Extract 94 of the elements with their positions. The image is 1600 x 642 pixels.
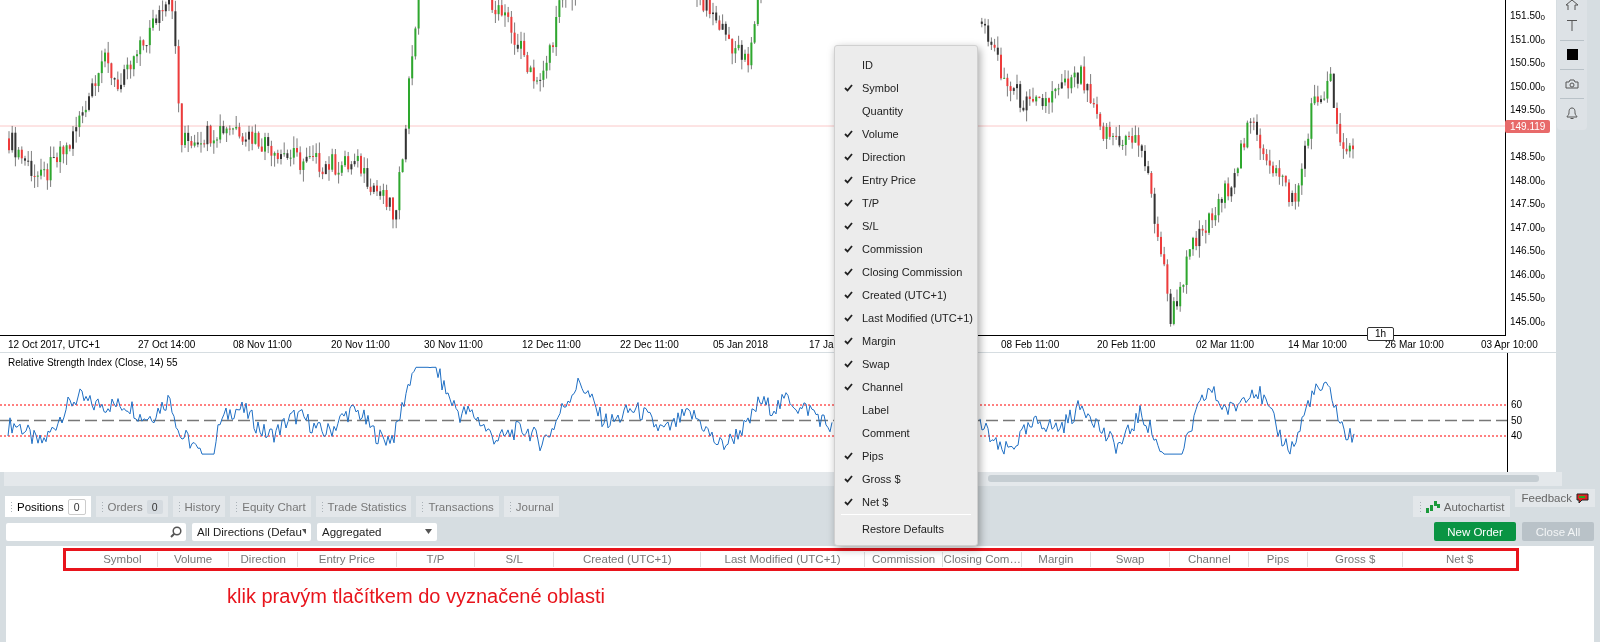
time-label: 12 Oct 2017, UTC+1 (8, 339, 100, 350)
price-label: 147.50$_{0}$ (1510, 198, 1546, 213)
bar-chart-icon (1425, 500, 1440, 513)
menu-item[interactable]: Closing Commission (835, 260, 977, 283)
autochartist-tab[interactable]: Autochartist (1412, 496, 1511, 517)
column-header[interactable]: T/P (396, 552, 476, 567)
time-label: 02 Mar 11:00 (1196, 339, 1255, 350)
time-label: 08 Nov 11:00 (233, 339, 292, 350)
search-field[interactable] (6, 522, 186, 541)
direction-dropdown[interactable]: All Directions (Defau (192, 522, 311, 541)
menu-item[interactable]: Symbol (835, 76, 977, 99)
count-badge: 0 (146, 499, 163, 514)
menu-item[interactable]: Comment (835, 421, 977, 444)
column-header[interactable]: Created (UTC+1) (554, 552, 702, 567)
menu-item[interactable]: Gross $ (835, 467, 977, 490)
rsi-level-label: 60 (1511, 399, 1523, 411)
tab[interactable]: History (172, 496, 226, 517)
text-tool-icon[interactable] (1567, 20, 1577, 31)
menu-item[interactable]: Last Modified (UTC+1) (835, 306, 977, 329)
menu-item[interactable]: S/L (835, 214, 977, 237)
menu-item[interactable]: Restore Defaults (835, 517, 977, 541)
price-label: 147.00$_{0}$ (1510, 221, 1546, 236)
tab[interactable]: Orders 0 (95, 496, 168, 517)
tab[interactable]: Journal (503, 496, 559, 517)
menu-item[interactable]: Label (835, 398, 977, 421)
column-header[interactable]: Symbol (88, 552, 158, 567)
time-label: 27 Oct 14:00 (138, 339, 196, 350)
camera-icon[interactable] (1565, 79, 1579, 89)
time-label: 12 Dec 11:00 (522, 339, 581, 350)
menu-item[interactable]: Commission (835, 237, 977, 260)
menu-item[interactable]: T/P (835, 191, 977, 214)
count-badge: 0 (67, 498, 86, 515)
column-header[interactable]: Gross $ (1307, 552, 1404, 567)
grouping-dropdown[interactable]: Aggregated (317, 522, 437, 541)
time-label: 20 Nov 11:00 (331, 339, 390, 350)
column-header[interactable]: Commission (864, 552, 944, 567)
price-label: 146.00$_{0}$ (1510, 268, 1546, 283)
search-icon (170, 525, 182, 538)
column-header[interactable]: Channel (1170, 552, 1250, 567)
current-price-badge: 149.119 (1505, 120, 1551, 133)
bell-icon[interactable] (1566, 107, 1578, 120)
price-label: 148.00$_{0}$ (1510, 174, 1546, 189)
menu-item[interactable]: Pips (835, 444, 977, 467)
rsi-level-label: 50 (1511, 414, 1523, 427)
price-label: 150.50$_{0}$ (1510, 57, 1546, 72)
column-header[interactable]: Entry Price (298, 552, 397, 567)
time-label: 22 Dec 11:00 (620, 339, 679, 350)
horizontal-scrollbar[interactable] (4, 472, 1562, 486)
tab[interactable]: Transactions (416, 496, 499, 517)
menu-item[interactable]: Margin (835, 329, 977, 352)
menu-item[interactable]: Direction (835, 145, 977, 168)
price-label: 148.50$_{0}$ (1510, 151, 1546, 166)
column-header[interactable]: Margin (1022, 552, 1091, 567)
square-icon[interactable] (1566, 49, 1578, 60)
indicator-title: Relative Strength Index (Close, 14) 55 (8, 357, 178, 368)
menu-item[interactable]: Quantity (835, 99, 977, 122)
speech-bubble-icon (1576, 492, 1589, 504)
menu-item[interactable]: ID (835, 53, 977, 76)
column-header[interactable]: Net $ (1403, 552, 1516, 567)
menu-item[interactable]: Created (UTC+1) (835, 283, 977, 306)
tab[interactable]: Equity Chart (230, 496, 311, 517)
price-label: 150.00$_{0}$ (1510, 80, 1546, 95)
column-header[interactable]: Pips (1249, 552, 1308, 567)
time-label: 20 Feb 11:00 (1097, 339, 1156, 350)
price-label: 149.50$_{0}$ (1510, 104, 1546, 119)
time-label: 30 Nov 11:00 (424, 339, 483, 350)
annotation-text: klik pravým tlačítkem do vyznačené oblasti (227, 585, 605, 608)
column-header[interactable]: Closing Com… (943, 552, 1023, 567)
column-header[interactable]: S/L (475, 552, 555, 567)
feedback-tab[interactable]: Feedback (1515, 489, 1595, 507)
tab[interactable]: Positions 0 (5, 496, 91, 517)
menu-item[interactable]: Swap (835, 352, 977, 375)
column-header[interactable]: Last Modified (UTC+1) (701, 552, 865, 567)
menu-item[interactable]: Entry Price (835, 168, 977, 191)
timeframe-badge[interactable]: 1h (1367, 327, 1395, 341)
rsi-level-label: 40 (1511, 430, 1523, 442)
column-header[interactable]: Swap (1090, 552, 1171, 567)
price-label: 151.00$_{0}$ (1510, 33, 1546, 48)
time-label: 14 Mar 10:00 (1288, 339, 1347, 350)
menu-item[interactable]: Volume (835, 122, 977, 145)
action-button[interactable]: New Order (1434, 522, 1516, 541)
column-header[interactable]: Volume (157, 552, 230, 567)
price-label: 151.50$_{0}$ (1510, 10, 1546, 24)
price-label: 145.00$_{0}$ (1510, 316, 1546, 330)
time-label: 17 Ja (809, 339, 834, 350)
menu-item[interactable]: Net $ (835, 490, 977, 513)
column-header[interactable]: Direction (229, 552, 299, 567)
time-label: 03 Apr 10:00 (1481, 339, 1538, 350)
menu-item[interactable]: Channel (835, 375, 977, 398)
time-label: 08 Feb 11:00 (1001, 339, 1060, 350)
price-label: 145.50$_{0}$ (1510, 292, 1546, 307)
tab[interactable]: Trade Statistics (315, 496, 412, 517)
time-label: 05 Jan 2018 (713, 339, 769, 350)
price-label: 146.50$_{0}$ (1510, 245, 1546, 260)
